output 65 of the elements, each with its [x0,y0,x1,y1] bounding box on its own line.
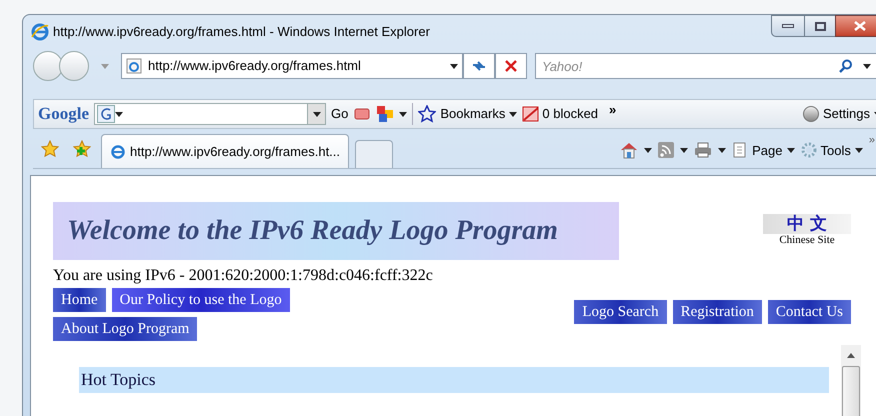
page-menu-button[interactable]: Page [732,140,795,160]
ip-address-text: You are using IPv6 - 2001:620:2000:1:798d:c046:fcff:322c [53,266,434,286]
minimize-button[interactable] [771,15,805,37]
home-icon[interactable] [620,141,638,160]
settings-icon [803,106,820,122]
more-button[interactable]: » [868,132,875,148]
dropdown-caret-icon[interactable] [863,64,871,68]
settings-button[interactable]: Settings [803,104,876,124]
browser-logo-icon [31,23,49,41]
dropdown-caret-icon[interactable] [786,148,795,153]
nav-link-button[interactable]: Home [53,288,106,312]
star-icon [418,105,436,123]
blocked-popup-icon [522,105,540,123]
nav-link-button[interactable]: Our Policy to use the Logo [112,288,290,312]
address-text: http://www.ipv6ready.org/frames.html [148,57,361,76]
nav-link-button[interactable]: Logo Search [574,300,667,324]
address-field[interactable]: http://www.ipv6ready.org/frames.html [121,53,463,79]
stop-button[interactable] [495,53,527,79]
google-g-icon [97,105,115,123]
page-icon [110,144,126,160]
dropdown-caret-icon[interactable] [312,112,320,116]
gear-icon [800,142,817,158]
dropdown-caret-icon[interactable] [115,112,123,116]
bookmarks-button[interactable]: Bookmarks [418,104,518,124]
browser-tab[interactable]: http://www.ipv6ready.org/frames.ht... [101,134,350,168]
search-field[interactable]: Yahoo! [535,53,876,79]
banner-title: Welcome to the IPv6 Ready Logo Program [67,214,558,248]
scroll-up-icon[interactable] [847,353,855,358]
rss-feed-icon[interactable] [658,142,674,158]
chinese-site-link[interactable]: 中 文 Chinese Site [763,214,851,246]
bookmark-tag-icon[interactable] [353,106,372,122]
favorites-star-icon[interactable] [41,140,59,158]
tools-menu-button[interactable]: Tools [800,140,863,160]
printer-icon[interactable] [694,142,712,158]
nav-link-button[interactable]: Contact Us [768,300,851,324]
chinese-site-caption: Chinese Site [779,234,835,246]
scrollbar[interactable] [841,345,861,416]
dropdown-caret-icon[interactable] [399,112,408,116]
cubes-icon[interactable] [376,105,394,123]
dropdown-caret-icon[interactable] [680,148,688,153]
dropdown-caret-icon[interactable] [718,148,726,153]
window-title: http://www.ipv6ready.org/frames.html - Windows Internet Explorer [53,23,430,42]
search-icon[interactable] [839,59,853,73]
dropdown-caret-icon[interactable] [854,148,863,153]
refresh-icon [471,60,487,72]
close-icon [854,21,866,31]
chinese-characters: 中 文 [763,214,851,234]
nav-link-button[interactable]: About Logo Program [53,317,198,341]
stop-icon [505,60,517,72]
dropdown-caret-icon[interactable] [509,112,518,116]
maximize-button[interactable] [805,15,835,37]
popup-blocker-button[interactable]: 0 blocked [522,104,598,124]
dropdown-caret-icon[interactable] [450,64,458,68]
dropdown-caret-icon[interactable] [644,148,652,153]
go-button[interactable]: Go [331,104,348,124]
page-icon [732,142,748,158]
google-logo: Google [38,103,89,126]
nav-link-button[interactable]: Registration [672,300,762,324]
page-icon [126,58,142,74]
hot-topics-heading: Hot Topics [79,367,829,393]
more-button[interactable]: » [609,100,616,120]
add-favorite-icon[interactable] [73,140,91,158]
google-search-field[interactable] [94,103,326,125]
refresh-button[interactable] [463,53,495,79]
close-button[interactable] [835,15,876,37]
